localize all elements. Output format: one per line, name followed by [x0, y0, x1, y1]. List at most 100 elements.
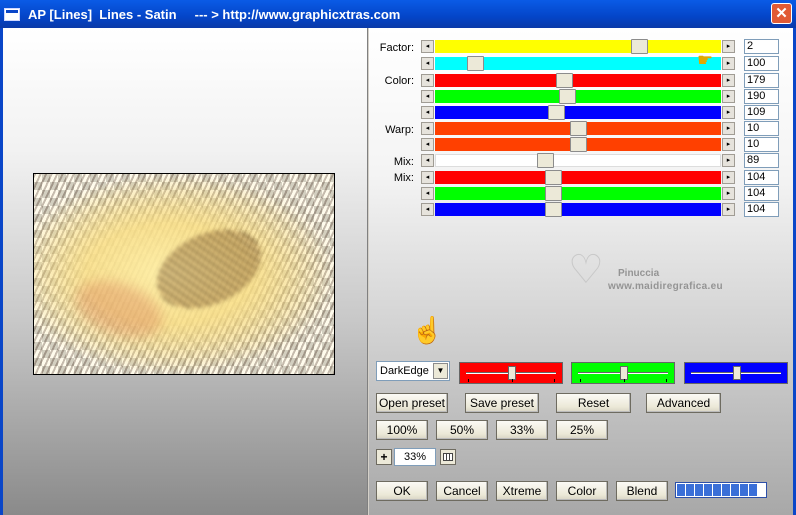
- arrow-right-icon[interactable]: ▸: [722, 171, 735, 184]
- arrow-right-icon[interactable]: ▸: [722, 154, 735, 167]
- arrow-left-icon[interactable]: ◂: [421, 57, 434, 70]
- param-value-field[interactable]: 89: [744, 153, 779, 168]
- zoom-100-button[interactable]: 100%: [376, 420, 428, 440]
- slider-track[interactable]: [435, 203, 721, 216]
- param-value-field[interactable]: 2: [744, 39, 779, 54]
- slider-thumb[interactable]: [570, 137, 587, 152]
- param-value-field[interactable]: 179: [744, 73, 779, 88]
- param-value-field[interactable]: 10: [744, 137, 779, 152]
- slider-thumb[interactable]: [559, 89, 576, 104]
- arrow-left-icon[interactable]: ◂: [421, 138, 434, 151]
- param-slider[interactable]: ◂ ▸: [421, 137, 735, 152]
- blend-button[interactable]: Blend: [616, 481, 668, 501]
- param-value-field[interactable]: 10: [744, 121, 779, 136]
- slider-thumb[interactable]: [620, 366, 628, 380]
- color-button[interactable]: Color: [556, 481, 608, 501]
- arrow-right-icon[interactable]: ▸: [722, 203, 735, 216]
- advanced-button[interactable]: Advanced: [646, 393, 721, 413]
- arrow-right-icon[interactable]: ▸: [722, 122, 735, 135]
- param-slider[interactable]: ◂ ▸: [421, 89, 735, 104]
- arrow-left-icon[interactable]: ◂: [421, 74, 434, 87]
- zoom-field[interactable]: 33%: [394, 448, 436, 466]
- save-preset-button[interactable]: Save preset: [465, 393, 539, 413]
- arrow-left-icon[interactable]: ◂: [421, 203, 434, 216]
- slider-thumb[interactable]: [545, 202, 562, 217]
- arrow-right-icon[interactable]: ▸: [722, 74, 735, 87]
- slider-track[interactable]: [435, 40, 721, 53]
- arrow-right-icon[interactable]: ▸: [722, 187, 735, 200]
- preview-image[interactable]: [33, 173, 335, 375]
- param-slider[interactable]: ◂ ▸: [421, 121, 735, 136]
- arrow-right-icon[interactable]: ▸: [722, 40, 735, 53]
- watermark-url: www.maidiregrafica.eu: [608, 281, 723, 292]
- param-value-field[interactable]: 100: [744, 56, 779, 71]
- arrow-right-icon[interactable]: ▸: [722, 138, 735, 151]
- param-value-field[interactable]: 104: [744, 170, 779, 185]
- param-slider[interactable]: ◂ ▸: [421, 202, 735, 217]
- param-slider[interactable]: ◂ ▸: [421, 73, 735, 88]
- slider-thumb[interactable]: [733, 366, 741, 380]
- progress-bar: [675, 482, 767, 498]
- blue-channel-slider[interactable]: [684, 362, 788, 384]
- mix-label-2: Mix:: [393, 172, 414, 184]
- arrow-left-icon[interactable]: ◂: [421, 40, 434, 53]
- slider-thumb[interactable]: [548, 105, 565, 120]
- chevron-down-icon[interactable]: ▼: [433, 363, 448, 379]
- reset-button[interactable]: Reset: [556, 393, 631, 413]
- zoom-33-button[interactable]: 33%: [496, 420, 548, 440]
- arrow-right-icon[interactable]: ▸: [722, 106, 735, 119]
- slider-thumb[interactable]: [570, 121, 587, 136]
- warp-label: Warp:: [385, 124, 414, 136]
- zoom-25-button[interactable]: 25%: [556, 420, 608, 440]
- slider-thumb[interactable]: [508, 366, 516, 380]
- slider-track[interactable]: [435, 154, 721, 167]
- zoom-50-button[interactable]: 50%: [436, 420, 488, 440]
- slider-track[interactable]: [435, 187, 721, 200]
- calculator-icon[interactable]: [440, 449, 456, 465]
- title-bar: AP [Lines] Lines - Satin --- > http://ww…: [0, 0, 796, 28]
- slider-thumb[interactable]: [631, 39, 648, 54]
- green-channel-slider[interactable]: [571, 362, 675, 384]
- mix-label: Mix:: [393, 156, 414, 168]
- slider-track[interactable]: [435, 90, 721, 103]
- slider-track[interactable]: [435, 106, 721, 119]
- param-slider[interactable]: ◂ ▸: [421, 56, 735, 71]
- cancel-button[interactable]: Cancel: [436, 481, 488, 501]
- slider-thumb[interactable]: [556, 73, 573, 88]
- slider-track[interactable]: [435, 74, 721, 87]
- hand-pointer-icon: ☛: [697, 50, 714, 70]
- arrow-left-icon[interactable]: ◂: [421, 171, 434, 184]
- param-slider[interactable]: ◂ ▸: [421, 39, 735, 54]
- edge-select[interactable]: DarkEdge ▼: [376, 361, 450, 381]
- arrow-left-icon[interactable]: ◂: [421, 106, 434, 119]
- zoom-plus-button[interactable]: +: [376, 449, 392, 465]
- ok-button[interactable]: OK: [376, 481, 428, 501]
- arrow-left-icon[interactable]: ◂: [421, 154, 434, 167]
- preview-pane: [3, 28, 367, 515]
- arrow-left-icon[interactable]: ◂: [421, 122, 434, 135]
- param-value-field[interactable]: 109: [744, 105, 779, 120]
- slider-thumb[interactable]: [545, 186, 562, 201]
- param-value-field[interactable]: 190: [744, 89, 779, 104]
- arrow-left-icon[interactable]: ◂: [421, 187, 434, 200]
- param-slider[interactable]: ◂ ▸: [421, 170, 735, 185]
- param-slider[interactable]: ◂ ▸: [421, 153, 735, 168]
- open-preset-button[interactable]: Open preset: [376, 393, 448, 413]
- slider-track[interactable]: [435, 171, 721, 184]
- arrow-right-icon[interactable]: ▸: [722, 90, 735, 103]
- window-icon: [4, 7, 20, 21]
- factor-label: Factor:: [379, 42, 414, 54]
- xtreme-button[interactable]: Xtreme: [496, 481, 548, 501]
- arrow-right-icon[interactable]: ▸: [722, 57, 735, 70]
- red-channel-slider[interactable]: [459, 362, 563, 384]
- param-slider[interactable]: ◂ ▸: [421, 186, 735, 201]
- arrow-left-icon[interactable]: ◂: [421, 90, 434, 103]
- param-slider[interactable]: ◂ ▸: [421, 105, 735, 120]
- param-value-field[interactable]: 104: [744, 186, 779, 201]
- close-button[interactable]: ✕: [771, 3, 792, 24]
- slider-thumb[interactable]: [537, 153, 554, 168]
- slider-thumb[interactable]: [467, 56, 484, 71]
- edge-select-value: DarkEdge: [380, 365, 429, 377]
- param-value-field[interactable]: 104: [744, 202, 779, 217]
- slider-thumb[interactable]: [545, 170, 562, 185]
